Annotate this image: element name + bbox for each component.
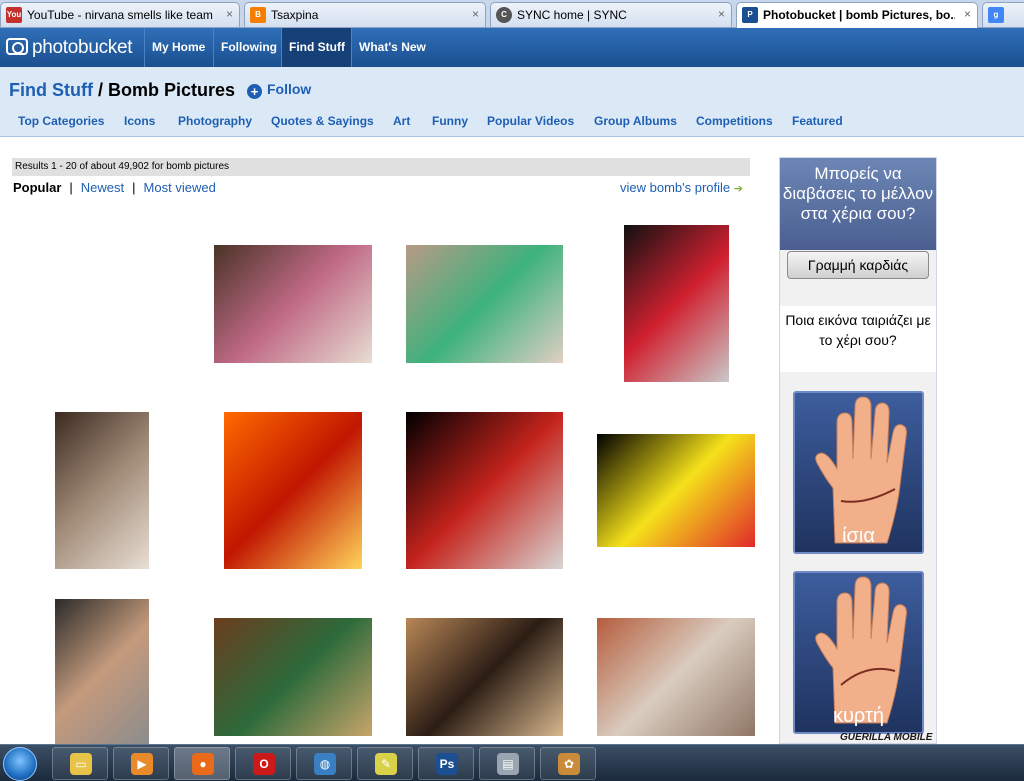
arrow-right-icon: ➔ [733,183,743,195]
taskbar-photoshop[interactable]: Ps [418,747,474,780]
category-quotes-sayings[interactable]: Quotes & Sayings [271,114,374,128]
photobucket-icon: P [742,7,758,23]
taskbar-globe[interactable]: ◍ [296,747,352,780]
nav-my-home[interactable]: My Home [144,28,212,67]
notes-icon: ✎ [375,753,397,775]
start-button[interactable] [3,747,37,781]
thumbnail-image[interactable] [55,599,149,744]
palmistry-ad[interactable]: Μπορείς να διαβάσεις το μέλλον στα χέρια… [779,157,937,744]
ad-headline: Μπορείς να διαβάσεις το μέλλον στα χέρια… [780,158,936,250]
close-icon[interactable]: × [718,7,725,21]
documents-icon: ▤ [497,753,519,775]
camera-icon [6,38,28,55]
category-featured[interactable]: Featured [792,114,843,128]
thumbnail-image[interactable] [224,412,362,569]
category-group-albums[interactable]: Group Albums [594,114,677,128]
browser-tab-google[interactable]: g bo [982,2,1024,27]
firefox-icon: ● [192,753,214,775]
follow-button[interactable]: + Follow [247,81,311,99]
paint-icon: ✿ [558,753,580,775]
taskbar-documents[interactable]: ▤ [479,747,535,780]
thumbnail-image[interactable] [406,245,563,363]
photobucket-logo[interactable]: photobucket [6,37,133,59]
tab-title: Tsaxpina [271,8,319,22]
browser-tab-tsaxpina[interactable]: B Tsaxpina × [244,2,486,27]
thumbnail-image[interactable] [597,434,755,547]
nav-find-stuff[interactable]: Find Stuff [281,28,352,67]
taskbar-opera[interactable]: O [235,747,291,780]
page-title: Bomb Pictures [108,80,236,100]
category-competitions[interactable]: Competitions [696,114,773,128]
browser-tab-sync[interactable]: C SYNC home | SYNC × [490,2,732,27]
site-nav-bar: photobucket My Home Following Find Stuff… [0,28,1024,67]
globe-icon: ◍ [314,753,336,775]
ad-option-curved[interactable]: κυρτή [793,571,924,734]
close-icon[interactable]: × [472,7,479,21]
tab-title: YouTube - nirvana smells like team ... [27,8,217,22]
blogger-icon: B [250,7,266,23]
sort-most-viewed[interactable]: Most viewed [144,180,216,195]
sort-popular[interactable]: Popular [13,180,61,195]
taskbar-explorer[interactable]: ▭ [52,747,108,780]
ad-question: Ποια εικόνα ταιριάζει με το χέρι σου? [780,306,936,372]
category-top-categories[interactable]: Top Categories [18,114,104,128]
windows-taskbar: ▭ ▶ ● O ◍ ✎ Ps ▤ ✿ [0,744,1024,781]
taskbar-paint[interactable]: ✿ [540,747,596,780]
thumbnail-image[interactable] [624,225,729,382]
browser-tab-photobucket[interactable]: P Photobucket | bomb Pictures, bo... × [736,2,978,28]
category-photography[interactable]: Photography [178,114,252,128]
close-icon[interactable]: × [964,7,971,21]
results-summary: Results 1 - 20 of about 49,902 for bomb … [12,158,750,176]
thumbnail-image[interactable] [55,412,149,569]
opera-icon: O [253,753,275,775]
tab-title: Photobucket | bomb Pictures, bo... [763,8,955,22]
category-art[interactable]: Art [393,114,410,128]
breadcrumb-find-stuff[interactable]: Find Stuff [9,80,93,100]
google-icon: g [988,7,1004,23]
folder-icon: ▭ [70,753,92,775]
photoshop-icon: Ps [436,753,458,775]
category-popular-videos[interactable]: Popular Videos [487,114,574,128]
ad-option-straight[interactable]: ίσια [793,391,924,554]
sync-icon: C [496,7,512,23]
media-player-icon: ▶ [131,753,153,775]
breadcrumb: Find Stuff / Bomb Pictures [9,80,236,100]
browser-tab-strip: You YouTube - nirvana smells like team .… [0,0,1024,28]
nav-whats-new[interactable]: What's New [351,28,433,67]
sort-newest[interactable]: Newest [81,180,124,195]
thumbnail-image[interactable] [214,245,372,363]
taskbar-notes[interactable]: ✎ [357,747,413,780]
taskbar-firefox[interactable]: ● [174,747,230,780]
view-profile-link[interactable]: view bomb's profile ➔ [620,180,743,195]
browser-tab-youtube[interactable]: You YouTube - nirvana smells like team .… [0,2,240,27]
thumbnail-image[interactable] [214,618,372,736]
thumbnail-image[interactable] [597,618,755,736]
ad-brand-logo: GUERILLA MOBILE [840,732,933,743]
plus-icon: + [247,84,262,99]
page-header: Find Stuff / Bomb Pictures + Follow Top C… [0,67,1024,137]
ad-heart-line-button[interactable]: Γραμμή καρδιάς [787,251,929,279]
category-icons[interactable]: Icons [124,114,155,128]
taskbar-media-player[interactable]: ▶ [113,747,169,780]
tab-title: SYNC home | SYNC [517,8,627,22]
close-icon[interactable]: × [226,7,233,21]
thumbnail-image[interactable] [406,412,563,569]
sort-options: Popular | Newest | Most viewed [13,180,216,195]
thumbnail-image[interactable] [406,618,563,736]
category-funny[interactable]: Funny [432,114,468,128]
youtube-icon: You [6,7,22,23]
nav-following[interactable]: Following [213,28,284,67]
